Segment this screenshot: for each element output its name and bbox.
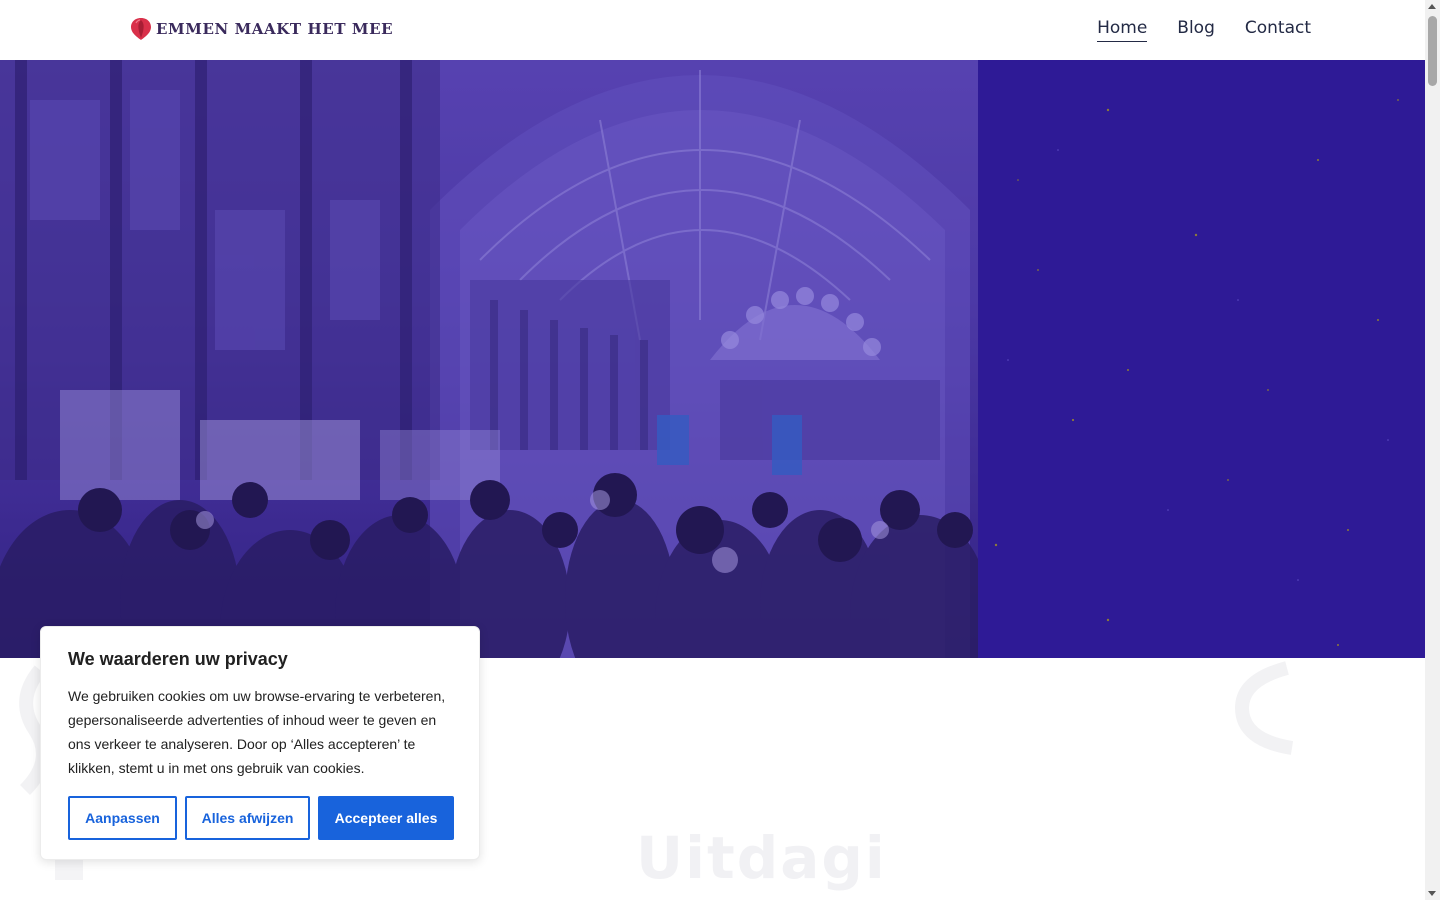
main-nav: Home Blog Contact [1097, 18, 1311, 42]
hero-photo [0, 60, 978, 658]
decorative-arc-right [1234, 661, 1294, 755]
starfield-decoration [994, 99, 1399, 646]
cookie-description: We gebruiken cookies om uw browse-ervari… [68, 688, 446, 776]
site-header: EMMEN MAAKT HET MEE Home Blog Contact [0, 0, 1425, 60]
accept-all-button[interactable]: Accepteer alles [318, 796, 454, 840]
nav-blog[interactable]: Blog [1177, 18, 1215, 42]
scroll-down-arrow-icon[interactable] [1428, 891, 1436, 896]
site-logo[interactable]: EMMEN MAAKT HET MEE [130, 17, 393, 41]
scroll-thumb[interactable] [1428, 16, 1437, 86]
nav-home[interactable]: Home [1097, 18, 1148, 42]
cookie-title: We waarderen uw privacy [68, 649, 288, 669]
section-title-faint: Uitdagi [636, 824, 887, 892]
scroll-up-arrow-icon[interactable] [1428, 4, 1436, 9]
nav-contact[interactable]: Contact [1245, 18, 1311, 42]
logo-text: EMMEN MAAKT HET MEE [156, 20, 394, 38]
hero-section [0, 60, 1425, 658]
reject-all-button[interactable]: Alles afwijzen [185, 796, 310, 840]
balloon-logo-icon [131, 18, 151, 40]
customize-button[interactable]: Aanpassen [68, 796, 177, 840]
hero-side-panel [978, 60, 1425, 658]
cookie-consent-dialog: We waarderen uw privacy We gebruiken coo… [40, 626, 480, 860]
cookie-actions: Aanpassen Alles afwijzen Accepteer alles [68, 796, 454, 840]
exhibition-hall-image [0, 60, 978, 658]
page-scrollbar[interactable] [1425, 0, 1440, 900]
